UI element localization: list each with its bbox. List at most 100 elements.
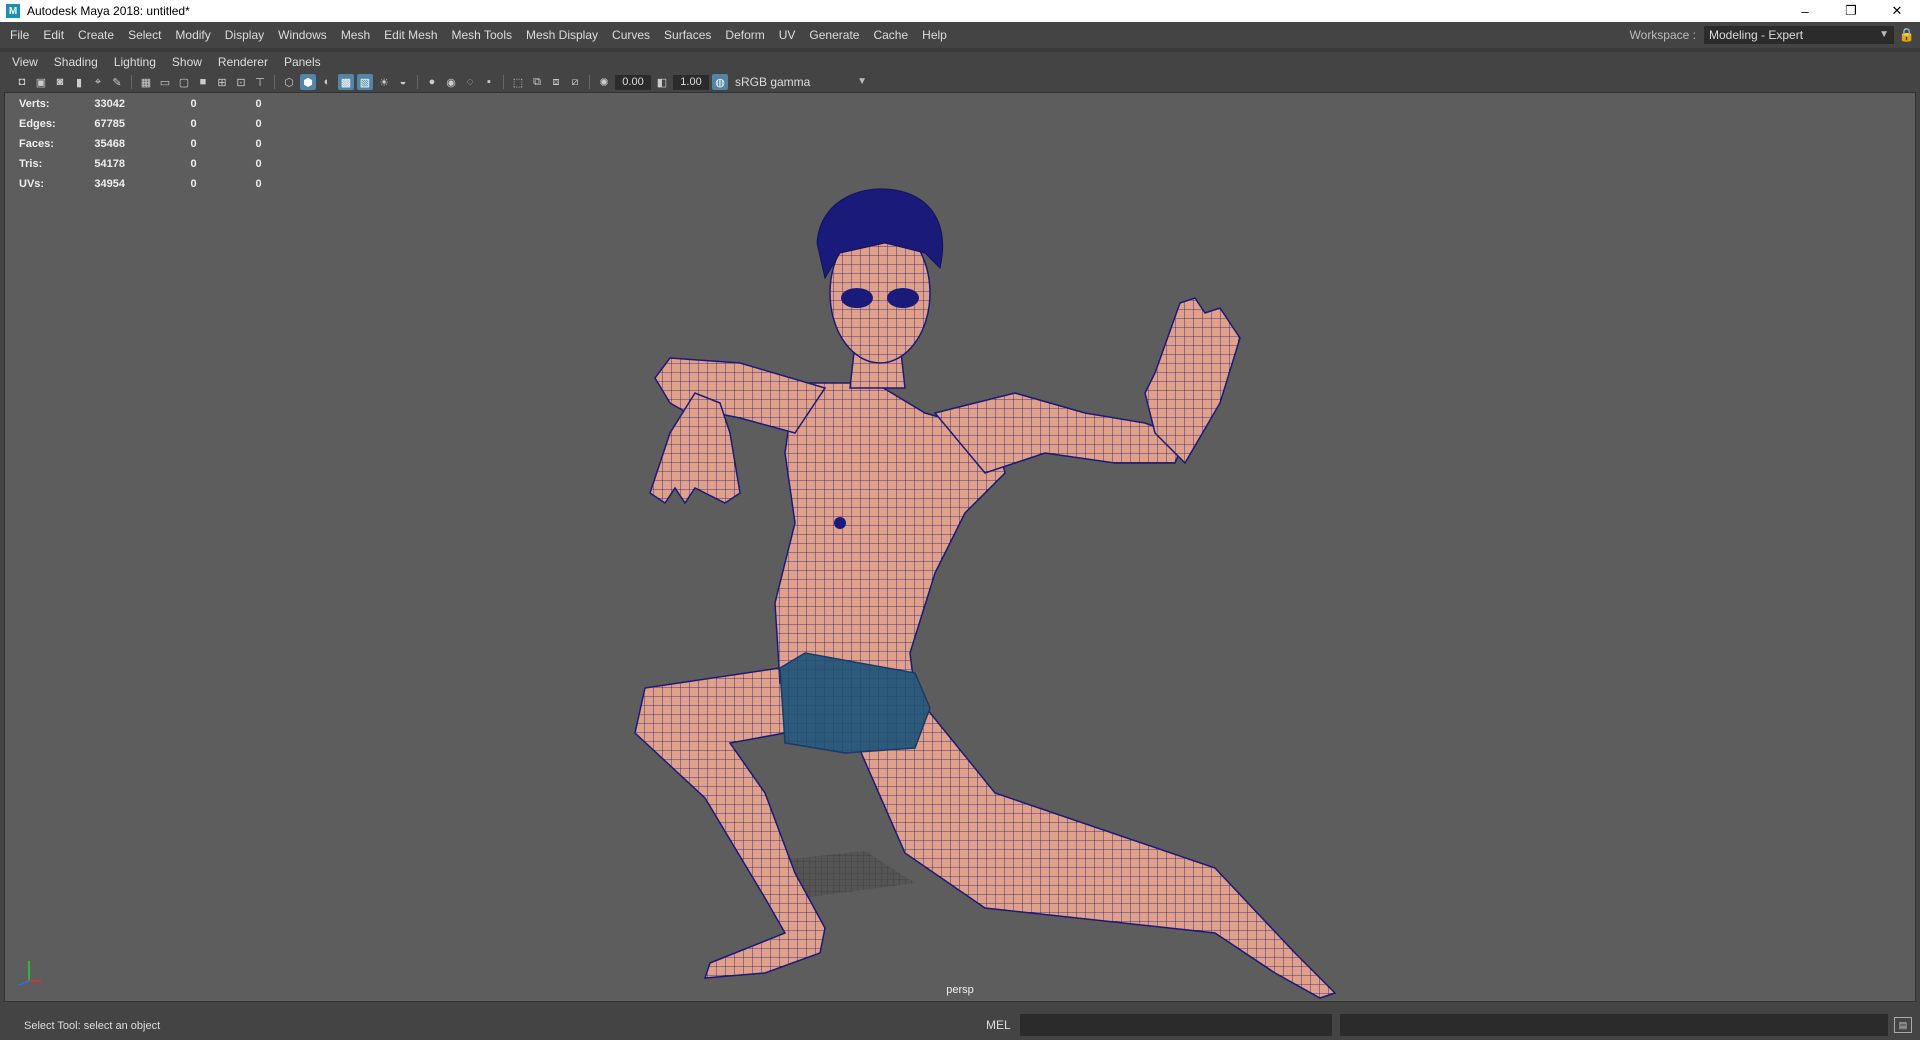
panel-menu-show[interactable]: Show: [164, 55, 210, 69]
hud-label: Edges:: [19, 118, 56, 130]
gamma-field[interactable]: 1.00: [673, 74, 709, 90]
menu-mesh-tools[interactable]: Mesh Tools: [445, 28, 519, 42]
menu-deform[interactable]: Deform: [718, 28, 771, 42]
color-management-icon[interactable]: ◍: [712, 74, 728, 90]
xray-joints-icon[interactable]: ⧄: [567, 74, 583, 90]
motion-blur-icon[interactable]: ◉: [443, 74, 459, 90]
hud-value: 35468: [94, 138, 125, 150]
hud-row: Tris: 54178 0 0: [19, 154, 291, 174]
hud-value: 33042: [94, 98, 125, 110]
grease-pencil-icon[interactable]: ✎: [109, 74, 125, 90]
gate-mask-icon[interactable]: ■: [195, 74, 211, 90]
maya-app-icon: M: [6, 4, 20, 18]
menu-edit-mesh[interactable]: Edit Mesh: [377, 28, 444, 42]
grid-icon[interactable]: ▦: [138, 74, 154, 90]
safe-title-icon[interactable]: ⊤: [252, 74, 268, 90]
minimize-button[interactable]: –: [1782, 0, 1828, 22]
hud-label: Tris:: [19, 158, 43, 170]
ambient-occlusion-icon[interactable]: ●: [424, 74, 440, 90]
resolution-gate-icon[interactable]: ▢: [176, 74, 192, 90]
toolbar-separator: [589, 75, 590, 89]
menu-cache[interactable]: Cache: [866, 28, 915, 42]
menu-modify[interactable]: Modify: [168, 28, 217, 42]
hud-selected: 0: [190, 98, 197, 110]
hud-component: 0: [255, 98, 262, 110]
exposure-icon[interactable]: ✺: [596, 74, 612, 90]
textured-icon[interactable]: ▧: [357, 74, 373, 90]
menu-select[interactable]: Select: [121, 28, 168, 42]
xray-icon[interactable]: ⧉: [529, 74, 545, 90]
hud-value: 54178: [94, 158, 125, 170]
chest-detail: [834, 517, 846, 529]
panel-menu-shading[interactable]: Shading: [46, 55, 106, 69]
hud-label: UVs:: [19, 178, 45, 190]
window-title: Autodesk Maya 2018: untitled*: [27, 4, 190, 18]
2d-pan-zoom-icon[interactable]: ⌖: [90, 74, 106, 90]
exposure-field[interactable]: 0.00: [615, 74, 651, 90]
film-gate-icon[interactable]: ▭: [157, 74, 173, 90]
perspective-viewport[interactable]: Verts: 33042 0 0 Edges: 67785 0 0 Faces:…: [4, 92, 1916, 1002]
hud-selected: 0: [190, 158, 197, 170]
menu-windows[interactable]: Windows: [271, 28, 334, 42]
command-language-toggle[interactable]: MEL: [986, 1018, 1011, 1032]
menu-mesh[interactable]: Mesh: [334, 28, 377, 42]
menu-create[interactable]: Create: [71, 28, 121, 42]
isolate-select-icon[interactable]: ⬚: [510, 74, 526, 90]
workspace-dropdown[interactable]: Modeling - Expert ▼: [1704, 26, 1894, 44]
view-transform-dropdown[interactable]: sRGB gamma ▼: [731, 74, 871, 90]
hud-selected: 0: [190, 118, 197, 130]
anti-aliasing-icon[interactable]: ◌: [462, 74, 478, 90]
xray-active-components-icon[interactable]: ⧈: [548, 74, 564, 90]
toolbar-separator: [274, 75, 275, 89]
hud-value: 67785: [94, 118, 125, 130]
camera-name: persp: [946, 984, 974, 996]
main-menu-bar: File Edit Create Select Modify Display W…: [0, 22, 1920, 48]
use-all-lights-icon[interactable]: ☀: [376, 74, 392, 90]
panel-menu-lighting[interactable]: Lighting: [106, 55, 164, 69]
wireframe-on-shaded-icon[interactable]: ▩: [338, 74, 354, 90]
close-button[interactable]: ✕: [1874, 0, 1920, 22]
toolbar-separator: [417, 75, 418, 89]
menu-surfaces[interactable]: Surfaces: [657, 28, 718, 42]
panel-menu-panels[interactable]: Panels: [276, 55, 329, 69]
field-chart-icon[interactable]: ⊞: [214, 74, 230, 90]
hud-selected: 0: [190, 138, 197, 150]
safe-action-icon[interactable]: ⊡: [233, 74, 249, 90]
script-editor-icon[interactable]: ▤: [1894, 1017, 1912, 1033]
title-bar: M Autodesk Maya 2018: untitled* – ❐ ✕: [0, 0, 1920, 22]
shadows-icon[interactable]: ◒: [395, 74, 411, 90]
restore-button[interactable]: ❐: [1828, 0, 1874, 22]
toolbar-separator: [131, 75, 132, 89]
menu-mesh-display[interactable]: Mesh Display: [519, 28, 605, 42]
menu-edit[interactable]: Edit: [36, 28, 71, 42]
camera-select-icon[interactable]: ◘: [14, 74, 30, 90]
panel-menu-renderer[interactable]: Renderer: [210, 55, 276, 69]
camera-attributes-icon[interactable]: ▣: [33, 74, 49, 90]
image-plane-icon[interactable]: ▮: [71, 74, 87, 90]
toolbar-separator: [503, 75, 504, 89]
menu-display[interactable]: Display: [218, 28, 271, 42]
menu-file[interactable]: File: [0, 28, 36, 42]
menu-generate[interactable]: Generate: [802, 28, 866, 42]
depth-of-field-icon[interactable]: ▪: [481, 74, 497, 90]
menu-curves[interactable]: Curves: [605, 28, 657, 42]
wireframe-icon[interactable]: ⬡: [281, 74, 297, 90]
menu-uv[interactable]: UV: [772, 28, 803, 42]
panel-menu-view[interactable]: View: [4, 55, 46, 69]
command-line-bar: Select Tool: select an object MEL ▤: [0, 1002, 1920, 1040]
hud-label: Verts:: [19, 98, 50, 110]
hud-label: Faces:: [19, 138, 54, 150]
menu-help[interactable]: Help: [915, 28, 954, 42]
chevron-down-icon: ▼: [857, 76, 867, 87]
workspace-area: Workspace : Modeling - Expert ▼ 🔒: [1630, 22, 1920, 48]
hud-row: Verts: 33042 0 0: [19, 94, 291, 114]
default-lighting-icon[interactable]: ◐: [319, 74, 335, 90]
lock-icon[interactable]: 🔒: [1894, 22, 1920, 48]
hud-row: UVs: 34954 0 0: [19, 174, 291, 194]
bookmarks-icon[interactable]: ◙: [52, 74, 68, 90]
sunglasses-right: [887, 288, 919, 308]
hud-component: 0: [255, 158, 262, 170]
gamma-icon[interactable]: ◧: [654, 74, 670, 90]
smooth-shade-icon[interactable]: ⬢: [300, 74, 316, 90]
command-input[interactable]: [1020, 1014, 1332, 1036]
